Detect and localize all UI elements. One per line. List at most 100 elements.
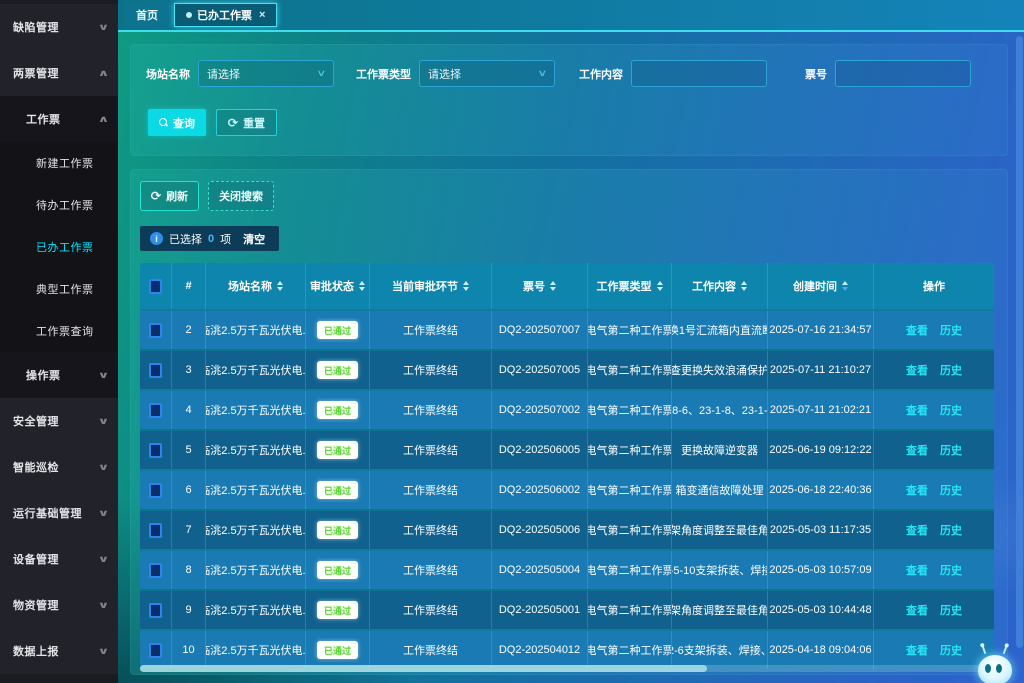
- horizontal-scrollbar[interactable]: [140, 665, 986, 672]
- row-ticket-no: DQ2-202506002: [492, 471, 588, 509]
- sidebar-item-已办工作票[interactable]: 已办工作票: [0, 226, 118, 268]
- history-link[interactable]: 历史: [940, 602, 962, 618]
- clear-selection-button[interactable]: 清空: [243, 231, 265, 247]
- table-row: 8临洮2.5万千瓦光伏电...已通过工作票终结DQ2-202505004电气第二…: [140, 549, 994, 589]
- view-link[interactable]: 查看: [906, 562, 928, 578]
- chevron-down-icon: ∨: [98, 646, 111, 657]
- row-checkbox[interactable]: [149, 563, 162, 578]
- sidebar-item-运行基础管理[interactable]: 运行基础管理∨: [0, 490, 118, 536]
- chevron-down-icon: ∨: [98, 416, 111, 427]
- ticket-no-input[interactable]: [835, 60, 971, 87]
- row-step: 工作票终结: [370, 551, 492, 589]
- row-checkbox[interactable]: [149, 643, 162, 658]
- row-checkbox[interactable]: [149, 363, 162, 378]
- sort-icon[interactable]: [359, 281, 365, 291]
- row-type: 电气第二种工作票: [588, 511, 672, 549]
- sort-icon[interactable]: [741, 281, 747, 291]
- chevron-up-icon: ∧: [98, 68, 111, 79]
- sidebar-item-物资管理[interactable]: 物资管理∨: [0, 582, 118, 628]
- row-ticket-no: DQ2-202507007: [492, 311, 588, 349]
- row-checkbox[interactable]: [149, 323, 162, 338]
- tab-已办工作票[interactable]: 已办工作票×: [174, 3, 277, 27]
- table-header-cell-工作票类型: 工作票类型: [588, 263, 672, 309]
- ticket-type-select[interactable]: 请选择 ∨: [419, 60, 555, 87]
- row-checkbox[interactable]: [149, 523, 162, 538]
- row-station: 临洮2.5万千瓦光伏电...: [206, 311, 306, 349]
- row-status: 已通过: [306, 431, 370, 469]
- tab-首页[interactable]: 首页: [125, 3, 169, 27]
- sidebar-item-智能巡检[interactable]: 智能巡检∨: [0, 444, 118, 490]
- sidebar-item-label: 新建工作票: [36, 155, 94, 171]
- search-button[interactable]: 查询: [148, 109, 206, 136]
- history-link[interactable]: 历史: [940, 442, 962, 458]
- row-checkbox-cell: [140, 591, 172, 629]
- header-label: 工作内容: [692, 278, 736, 294]
- reset-button[interactable]: ⟳ 重置: [216, 109, 277, 136]
- header-label: #: [185, 280, 191, 292]
- horizontal-scrollbar-thumb[interactable]: [140, 665, 707, 672]
- row-checkbox[interactable]: [149, 483, 162, 498]
- header-label: 工作票类型: [597, 278, 652, 294]
- filter-panel: 场站名称 请选择 ∨ 工作票类型 请选择 ∨ 工: [130, 44, 1008, 156]
- history-link[interactable]: 历史: [940, 522, 962, 538]
- close-tab-icon[interactable]: ×: [259, 9, 265, 21]
- row-type: 电气第二种工作票: [588, 551, 672, 589]
- assistant-robot-icon[interactable]: [976, 651, 1014, 683]
- sidebar-item-安全管理[interactable]: 安全管理∨: [0, 398, 118, 444]
- work-content-input[interactable]: [631, 60, 767, 87]
- sidebar-item-新建工作票[interactable]: 新建工作票: [0, 142, 118, 184]
- view-link[interactable]: 查看: [906, 402, 928, 418]
- refresh-button[interactable]: ⟳ 刷新: [140, 181, 199, 211]
- row-actions: 查看历史: [874, 551, 994, 589]
- view-link[interactable]: 查看: [906, 522, 928, 538]
- sidebar-menu: 缺陷管理∨两票管理∧工作票∧ 新建工作票待办工作票已办工作票典型工作票工作票查询操…: [0, 0, 118, 683]
- row-index: 6: [172, 471, 206, 509]
- sidebar-item-待办工作票[interactable]: 待办工作票: [0, 184, 118, 226]
- sort-icon[interactable]: [842, 281, 848, 291]
- view-link[interactable]: 查看: [906, 642, 928, 658]
- sidebar-item-工作票[interactable]: 工作票∧: [0, 96, 118, 142]
- row-checkbox-cell: [140, 631, 172, 669]
- history-link[interactable]: 历史: [940, 402, 962, 418]
- history-link[interactable]: 历史: [940, 562, 962, 578]
- view-link[interactable]: 查看: [906, 322, 928, 338]
- header-label: 票号: [523, 278, 545, 294]
- select-all-checkbox[interactable]: [149, 279, 162, 294]
- sidebar-item-工作票查询[interactable]: 工作票查询: [0, 310, 118, 352]
- status-badge: 已通过: [317, 321, 358, 339]
- sort-icon[interactable]: [657, 281, 663, 291]
- vertical-scrollbar[interactable]: [1016, 36, 1023, 676]
- table-row: 10临洮2.5万千瓦光伏电...已通过工作票终结DQ2-202504012电气第…: [140, 629, 994, 669]
- row-actions: 查看历史: [874, 351, 994, 389]
- sidebar-item-操作票[interactable]: 操作票∨: [0, 352, 118, 398]
- sidebar-item-数据上报[interactable]: 数据上报∨: [0, 628, 118, 674]
- row-checkbox[interactable]: [149, 603, 162, 618]
- sort-icon[interactable]: [550, 281, 556, 291]
- view-link[interactable]: 查看: [906, 602, 928, 618]
- history-link[interactable]: 历史: [940, 362, 962, 378]
- station-name-select[interactable]: 请选择 ∨: [198, 60, 334, 87]
- view-link[interactable]: 查看: [906, 362, 928, 378]
- view-link[interactable]: 查看: [906, 442, 928, 458]
- sort-icon[interactable]: [277, 281, 283, 291]
- view-link[interactable]: 查看: [906, 482, 928, 498]
- row-content: 排查更换失效浪涌保护器: [672, 351, 768, 389]
- row-checkbox[interactable]: [149, 403, 162, 418]
- close-search-button[interactable]: 关闭搜索: [208, 181, 274, 211]
- sort-icon[interactable]: [463, 281, 469, 291]
- history-link[interactable]: 历史: [940, 482, 962, 498]
- chevron-down-icon: ∨: [98, 508, 111, 519]
- row-status: 已通过: [306, 351, 370, 389]
- row-ticket-no: DQ2-202506005: [492, 431, 588, 469]
- history-link[interactable]: 历史: [940, 322, 962, 338]
- sidebar-item-典型工作票[interactable]: 典型工作票: [0, 268, 118, 310]
- sidebar-item-两票管理[interactable]: 两票管理∧: [0, 50, 118, 96]
- tab-bar: 首页已办工作票×: [118, 0, 1024, 32]
- vertical-scrollbar-thumb[interactable]: [1016, 36, 1023, 648]
- row-checkbox[interactable]: [149, 443, 162, 458]
- sidebar-item-设备管理[interactable]: 设备管理∨: [0, 536, 118, 582]
- row-content: 更换故障逆变器: [672, 431, 768, 469]
- history-link[interactable]: 历史: [940, 642, 962, 658]
- sidebar-item-缺陷管理[interactable]: 缺陷管理∨: [0, 4, 118, 50]
- reset-icon: ⟳: [228, 116, 239, 130]
